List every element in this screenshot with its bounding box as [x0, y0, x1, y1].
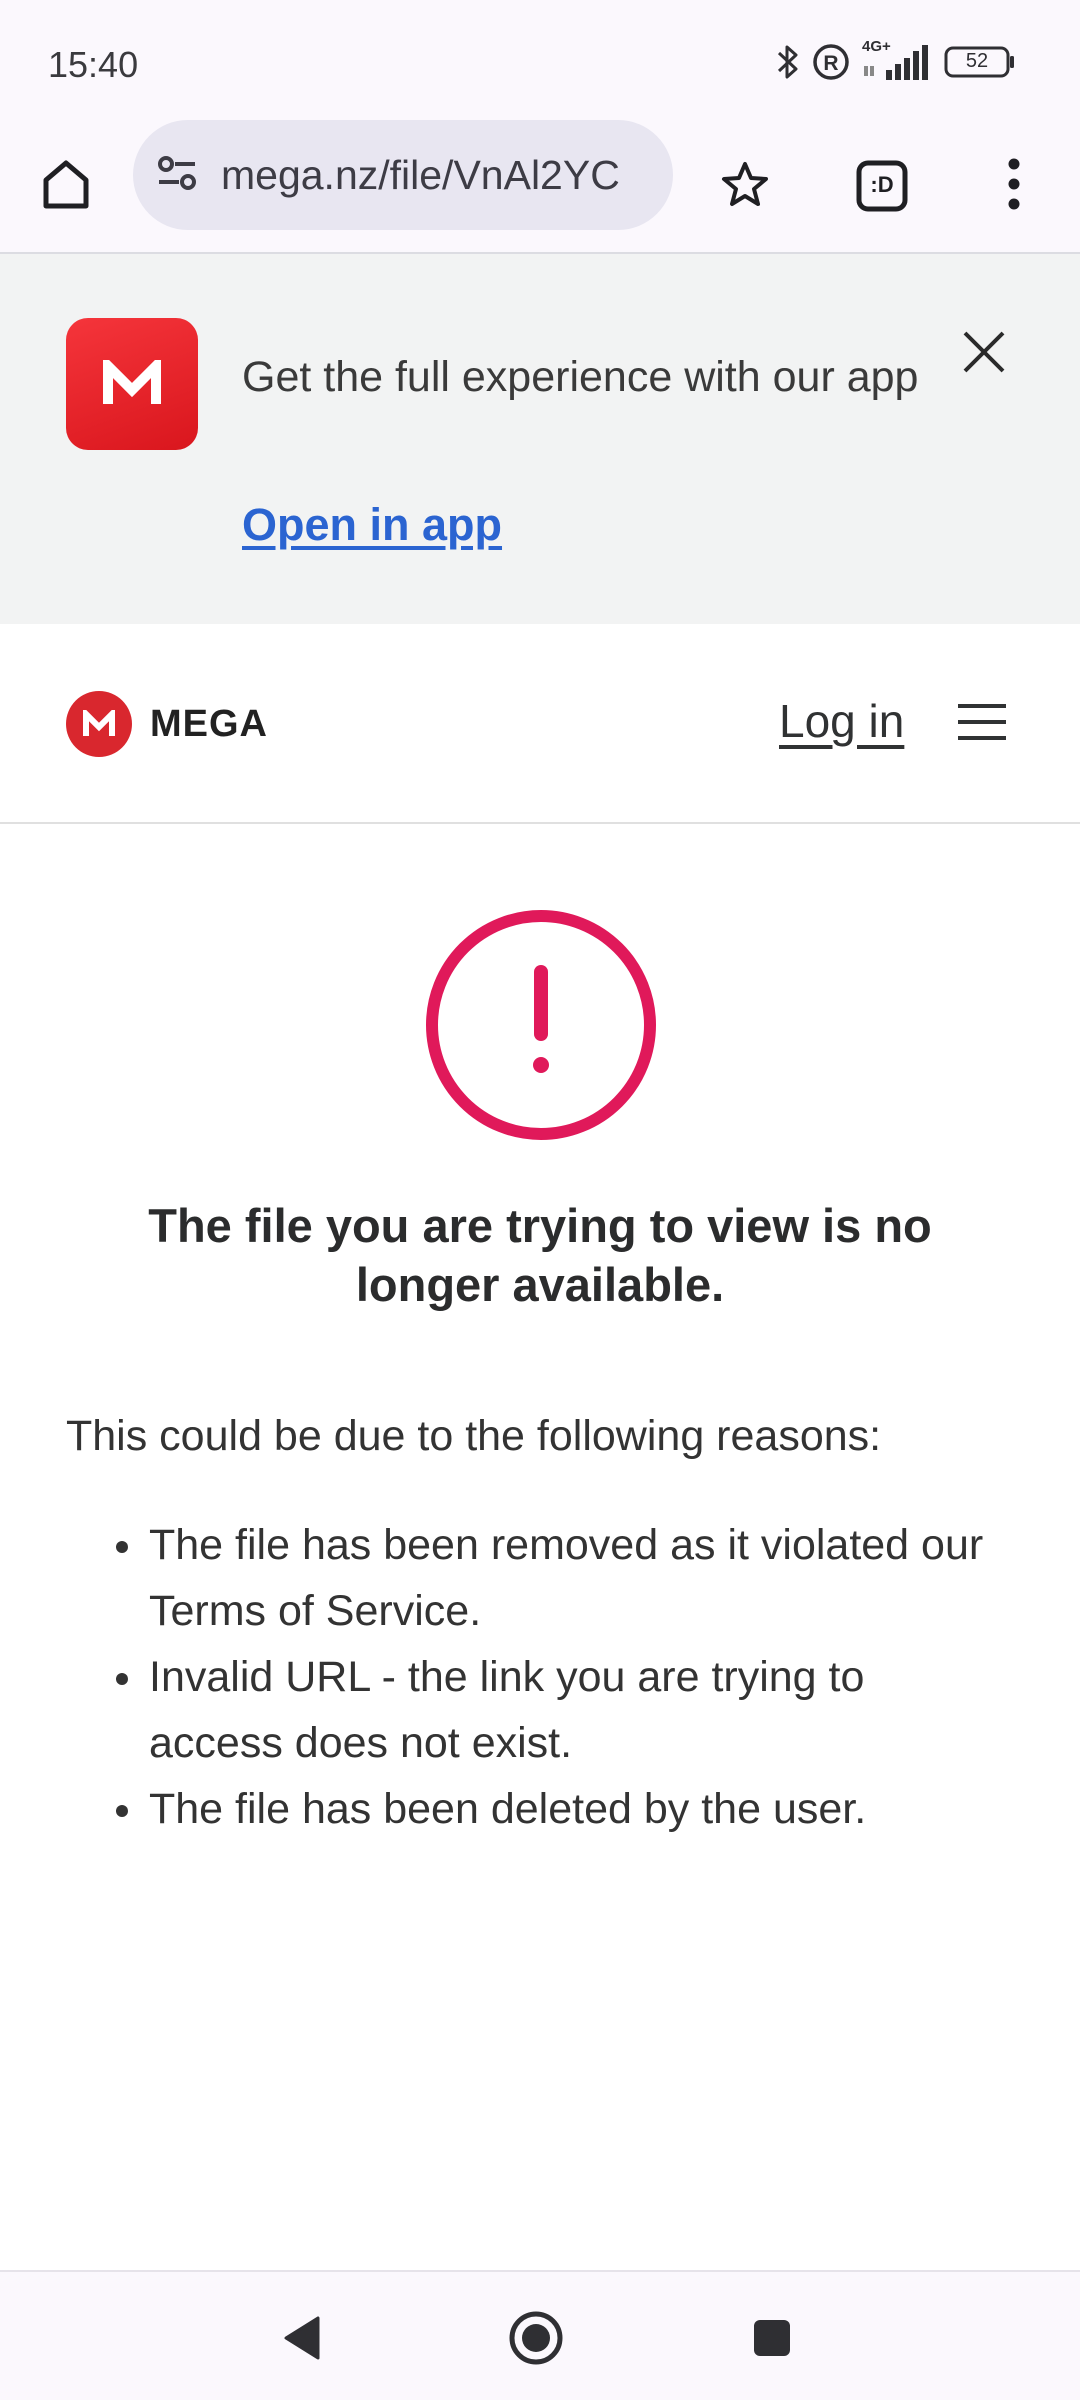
tab-switcher-icon: :D [856, 160, 908, 212]
open-in-app-link[interactable]: Open in app [242, 499, 502, 551]
home-icon [38, 156, 94, 217]
error-title: The file you are trying to view is no lo… [148, 1199, 932, 1311]
system-nav-bar [0, 2270, 1080, 2400]
recents-icon [752, 2318, 792, 2363]
login-link[interactable]: Log in [779, 694, 904, 748]
list-item: The file has been deleted by the user. [116, 1776, 1009, 1842]
hamburger-icon [958, 702, 1006, 747]
error-alert-icon [424, 908, 658, 1142]
tab-switcher-button[interactable]: :D [842, 146, 922, 226]
list-item: Invalid URL - the link you are trying to… [116, 1644, 1009, 1776]
bluetooth-icon [776, 43, 800, 81]
svg-text:R: R [823, 52, 838, 75]
url-text[interactable]: mega.nz/file/VnAl2YC [221, 152, 651, 199]
list-item: The file has been removed as it violated… [116, 1512, 1009, 1644]
status-icons: R 4G+ 52 [776, 38, 1016, 82]
mega-logo-icon [66, 691, 132, 757]
recents-button[interactable] [732, 2300, 812, 2380]
battery-level: 52 [965, 50, 989, 72]
mega-logo[interactable]: MEGA [66, 690, 268, 758]
signal-icon: 4G+ [862, 38, 932, 82]
site-header: MEGA Log in [0, 624, 1080, 824]
home-button[interactable] [26, 146, 106, 226]
tab-count: :D [870, 172, 894, 197]
url-bar[interactable]: mega.nz/file/VnAl2YC [133, 120, 673, 230]
reasons-intro: This could be due to the following reaso… [66, 1412, 882, 1460]
bookmark-button[interactable] [705, 146, 785, 226]
home-circle-icon [508, 2310, 564, 2371]
app-banner: Get the full experience with our app Ope… [0, 254, 1080, 624]
battery-icon: 52 [944, 45, 1016, 79]
reasons-list: The file has been removed as it violated… [116, 1512, 1009, 1842]
status-bar: 15:40 R 4G+ 52 [0, 0, 1080, 124]
status-time: 15:40 [48, 44, 139, 85]
registered-icon: R [812, 43, 850, 81]
mega-app-icon [66, 318, 198, 450]
banner-message: Get the full experience with our app [242, 353, 919, 401]
back-button[interactable] [262, 2300, 342, 2380]
menu-button[interactable] [974, 146, 1054, 226]
site-settings-icon[interactable] [155, 151, 199, 200]
back-icon [282, 2314, 322, 2367]
star-icon [720, 159, 770, 214]
more-vert-icon [1004, 156, 1024, 217]
mega-wordmark: MEGA [150, 702, 268, 745]
home-nav-button[interactable] [496, 2300, 576, 2380]
close-icon [961, 329, 1007, 380]
banner-close-button[interactable] [944, 314, 1024, 394]
hamburger-menu-button[interactable] [950, 694, 1014, 754]
